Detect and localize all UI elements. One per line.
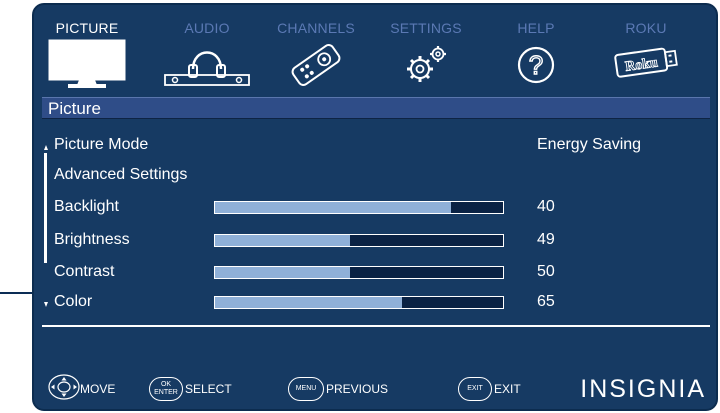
scroll-thumb[interactable] (44, 153, 47, 263)
brightness-slider[interactable] (214, 234, 504, 247)
contrast-slider[interactable] (214, 266, 504, 279)
section-title-bar: Picture (42, 97, 710, 119)
row-label: Backlight (54, 198, 119, 215)
remote-icon (286, 41, 346, 87)
hint-move: MOVE (48, 373, 116, 401)
tab-help[interactable]: HELP ? (481, 19, 591, 84)
row-value: 40 (537, 198, 555, 215)
ok-text: OK (160, 381, 172, 388)
hint-previous-label: PREVIOUS (326, 382, 389, 396)
gears-icon (396, 41, 456, 87)
row-value: Energy Saving (537, 136, 642, 153)
footer-hints: MOVE OK ENTER SELECT MENU PREVIOUS EXIT … (34, 371, 716, 407)
row-value: 50 (537, 263, 555, 280)
hint-exit-label: EXIT (494, 382, 521, 396)
tv-menu-window: PICTURE AUDIO CHANNELS SETTINGS HELP ? R… (32, 3, 718, 411)
tab-picture[interactable]: PICTURE (34, 19, 142, 88)
tab-picture-label: PICTURE (55, 20, 119, 36)
scroll-up-arrow-icon (44, 145, 48, 150)
menu-button-icon: MENU (288, 377, 324, 401)
row-label: Contrast (54, 263, 115, 280)
row-label: Color (54, 293, 93, 310)
row-label: Advanced Settings (54, 166, 188, 183)
tab-help-label: HELP (517, 20, 555, 36)
tab-settings[interactable]: SETTINGS (371, 19, 481, 82)
brand-logo: INSIGNIA (580, 375, 706, 403)
row-advanced-settings[interactable]: Advanced Settings (52, 161, 692, 189)
ok-enter-button-icon: OK ENTER (149, 377, 183, 401)
exit-button-icon: EXIT (458, 377, 492, 401)
scroll-down-arrow-icon (44, 302, 48, 307)
tab-settings-label: SETTINGS (390, 20, 462, 36)
hint-exit: EXIT EXIT (458, 377, 521, 401)
row-brightness[interactable]: Brightness 49 (52, 226, 692, 254)
tab-channels-label: CHANNELS (277, 20, 355, 36)
row-color[interactable]: Color 65 (52, 288, 692, 316)
slider-fill (215, 235, 351, 246)
enter-text: ENTER (154, 389, 178, 396)
hint-select: OK ENTER SELECT (149, 377, 232, 401)
slider-fill (215, 267, 351, 278)
svg-text:?: ? (529, 50, 543, 80)
tab-roku[interactable]: ROKU Roku (591, 19, 701, 78)
row-label: Picture Mode (54, 136, 149, 153)
headphones-icon (163, 41, 251, 87)
menu-scrollbar[interactable] (44, 145, 48, 307)
tab-audio-label: AUDIO (184, 20, 230, 36)
hint-select-label: SELECT (185, 382, 232, 396)
roku-stick-icon: Roku (612, 43, 680, 79)
row-contrast[interactable]: Contrast 50 (52, 258, 692, 286)
tab-channels[interactable]: CHANNELS (261, 19, 371, 86)
color-slider[interactable] (214, 296, 504, 309)
hint-move-label: MOVE (80, 382, 116, 396)
row-value: 49 (537, 231, 555, 248)
section-title: Picture (48, 99, 101, 118)
dpad-icon (48, 373, 80, 405)
row-value: 65 (537, 293, 555, 310)
slider-fill (215, 297, 403, 308)
row-picture-mode[interactable]: Picture Mode Energy Saving (52, 131, 692, 159)
help-icon: ? (516, 41, 556, 87)
row-label: Brightness (54, 231, 130, 248)
tv-icon (48, 39, 126, 89)
hint-previous: MENU PREVIOUS (288, 377, 388, 401)
slider-fill (215, 202, 452, 213)
tab-roku-label: ROKU (625, 20, 667, 36)
row-backlight[interactable]: Backlight 40 (52, 193, 692, 221)
backlight-slider[interactable] (214, 201, 504, 214)
menu-divider (42, 325, 710, 327)
tab-audio[interactable]: AUDIO (152, 19, 262, 86)
menu-tabs: PICTURE AUDIO CHANNELS SETTINGS HELP ? R… (34, 5, 716, 95)
